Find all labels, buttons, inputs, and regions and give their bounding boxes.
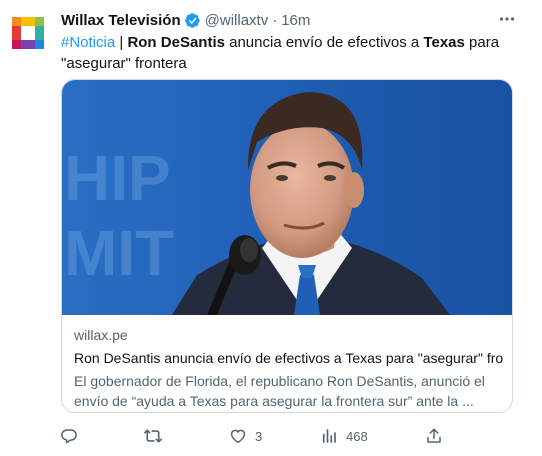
timestamp[interactable]: 16m	[281, 12, 310, 29]
more-options-button[interactable]	[496, 8, 518, 30]
card-body: willax.pe Ron DeSantis anuncia envío de …	[74, 326, 504, 411]
share-button[interactable]	[425, 425, 451, 447]
retweet-icon	[144, 429, 162, 443]
avatar[interactable]	[12, 17, 44, 49]
bold-place: Texas	[423, 34, 465, 51]
views-count: 468	[346, 428, 368, 444]
card-title[interactable]: Ron DeSantis anuncia envío de efectivos …	[74, 349, 504, 368]
reply-button[interactable]	[60, 425, 86, 447]
author-name[interactable]: Willax Televisión	[61, 12, 181, 29]
like-count: 3	[255, 428, 263, 444]
like-button[interactable]: 3	[229, 425, 262, 447]
svg-text:HIP: HIP	[64, 142, 171, 214]
text-separator: |	[115, 34, 128, 51]
tweet-header: Willax Televisión @willaxtv · 16m	[61, 10, 310, 30]
text-mid: anuncia envío de efectivos a	[224, 34, 424, 51]
card-photo: HIP MIT	[62, 80, 512, 315]
reply-icon	[61, 429, 77, 444]
svg-text:MIT: MIT	[64, 217, 174, 289]
card-description: El gobernador de Florida, el republicano…	[74, 373, 485, 409]
retweet-button[interactable]	[143, 425, 171, 447]
heart-icon	[230, 429, 246, 444]
tweet[interactable]: Willax Televisión @willaxtv · 16m #Notic…	[0, 0, 542, 456]
verified-badge-icon[interactable]	[184, 12, 201, 29]
hashtag-link[interactable]: #Noticia	[61, 34, 115, 51]
bold-name: Ron DeSantis	[127, 34, 225, 51]
card-domain[interactable]: willax.pe	[74, 326, 504, 345]
link-card[interactable]: HIP MIT willax.pe Ron DeSantis anuncia e…	[61, 79, 513, 413]
author-handle[interactable]: @willaxtv	[205, 12, 269, 29]
more-dots-icon	[499, 17, 515, 21]
views-icon	[322, 429, 336, 443]
action-bar: 3 468	[0, 425, 542, 447]
share-icon	[427, 428, 441, 443]
separator-dot: ·	[272, 11, 278, 29]
tweet-text: #Noticia | Ron DeSantis anuncia envío de…	[61, 32, 521, 74]
views-button[interactable]: 468	[320, 425, 368, 447]
willax-logo-icon	[12, 17, 44, 49]
